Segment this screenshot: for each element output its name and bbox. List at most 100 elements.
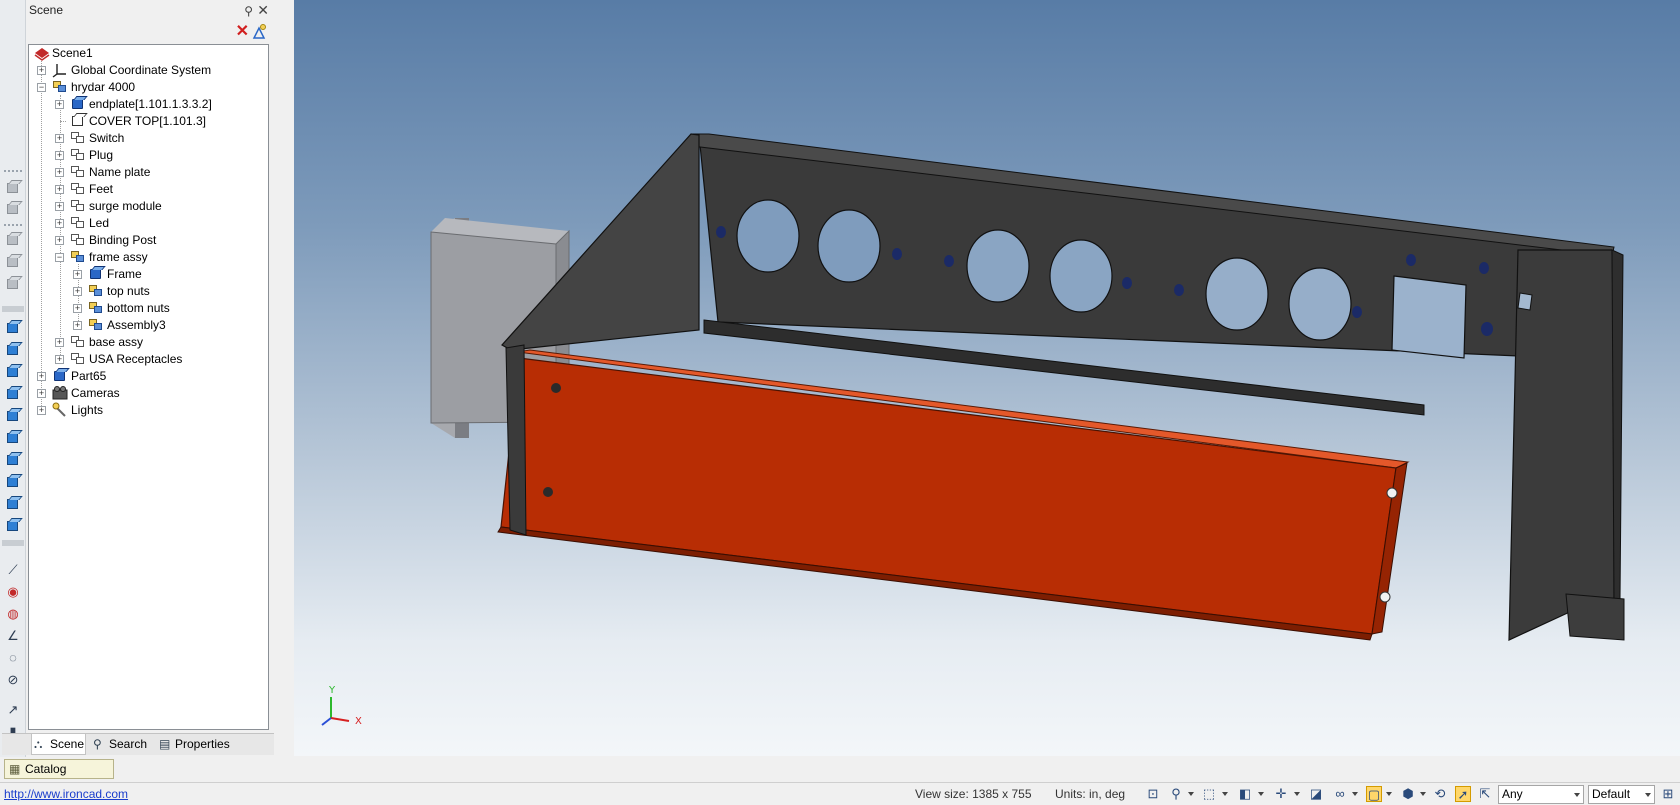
axis-x-label: X: [355, 716, 362, 727]
expand-icon[interactable]: +: [37, 406, 46, 415]
close-icon[interactable]: ✕: [257, 0, 269, 20]
expand-icon[interactable]: +: [55, 134, 64, 143]
view-size-readout: View size: 1385 x 755: [915, 787, 1032, 801]
tree-item-label: frame assy: [89, 250, 148, 264]
expand-icon[interactable]: +: [37, 372, 46, 381]
box-select-icon[interactable]: ▢: [1366, 786, 1382, 802]
view-iso3-icon[interactable]: [5, 496, 21, 512]
render-mode-icon[interactable]: ⬚: [1201, 786, 1217, 802]
part-icon: [52, 368, 68, 385]
zoom-dropdown-icon[interactable]: [1188, 792, 1194, 796]
view-tool-icon[interactable]: [5, 254, 21, 270]
shaded-view-icon[interactable]: ◧: [1237, 786, 1253, 802]
measure-icon[interactable]: ⟋: [5, 562, 21, 578]
delete-icon[interactable]: ✕: [236, 24, 249, 40]
expand-icon[interactable]: +: [37, 66, 46, 75]
expand-icon[interactable]: +: [55, 338, 64, 347]
zoom-fit-icon[interactable]: ⊡: [1145, 786, 1161, 802]
look-at-icon[interactable]: ◍: [5, 606, 21, 622]
expand-icon[interactable]: +: [73, 321, 82, 330]
view-iso2-icon[interactable]: [5, 474, 21, 490]
tab-properties[interactable]: ▤ Properties: [157, 734, 237, 755]
expand-icon[interactable]: +: [73, 287, 82, 296]
axes-icon: [52, 62, 68, 79]
expand-icon[interactable]: +: [55, 236, 64, 245]
catalog-browser-tab[interactable]: ▦ Catalog Browser: [4, 759, 114, 794]
view-tool-icon[interactable]: [5, 180, 21, 196]
tree-item-label: USA Receptacles: [89, 352, 183, 366]
status-bar: http://www.ironcad.com View size: 1385 x…: [0, 782, 1680, 805]
snap-dropdown-icon[interactable]: [1294, 792, 1300, 796]
panel-title-bar: Scene ⚲ ✕: [26, 0, 275, 21]
view-bottom-icon[interactable]: [5, 430, 21, 446]
new-item-icon[interactable]: [250, 23, 268, 41]
wireframe-part-icon: [70, 113, 86, 130]
left-toolbar: ⟋ ◉ ◍ ∠ ◌ ⊘ ↗ ▮: [0, 0, 26, 757]
zoom-icon[interactable]: ⚲: [1168, 786, 1184, 802]
tab-search[interactable]: ⚲ Search: [91, 734, 151, 755]
view-iso4-icon[interactable]: [5, 518, 21, 534]
view-right-icon[interactable]: [5, 386, 21, 402]
view-iso-icon[interactable]: [5, 452, 21, 468]
expand-icon[interactable]: +: [55, 355, 64, 364]
no-symbol-icon[interactable]: ⊘: [5, 672, 21, 688]
pointer-filter-icon[interactable]: ⇱: [1477, 786, 1493, 802]
toolbar-grip[interactable]: [4, 170, 22, 174]
style-select[interactable]: Default: [1588, 785, 1655, 804]
tree-item-label: COVER TOP[1.101.3]: [89, 114, 206, 128]
scene-tree[interactable]: Scene1 + Global Coordinate System − hryd…: [28, 44, 269, 730]
view-tool-icon[interactable]: [5, 201, 21, 217]
magnifier-icon: ⚲: [93, 737, 102, 751]
pointer-icon[interactable]: ➚: [1455, 786, 1471, 802]
view-back-icon[interactable]: [5, 342, 21, 358]
view-front-icon[interactable]: [5, 320, 21, 336]
3d-viewport[interactable]: Y X: [294, 0, 1680, 756]
view-tool-icon[interactable]: [5, 232, 21, 248]
expand-icon[interactable]: +: [55, 100, 64, 109]
view-left-icon[interactable]: [5, 364, 21, 380]
tree-item-label: Switch: [89, 131, 125, 145]
glasses-dropdown-icon[interactable]: [1352, 792, 1358, 796]
assembly-gold-icon: [88, 283, 104, 300]
collapse-icon[interactable]: −: [37, 83, 46, 92]
section-icon[interactable]: ◪: [1308, 786, 1324, 802]
expand-icon[interactable]: +: [55, 151, 64, 160]
expand-icon[interactable]: +: [55, 219, 64, 228]
snap-icon[interactable]: ✛: [1273, 786, 1289, 802]
tree-item-label: bottom nuts: [107, 301, 170, 315]
layout-icon[interactable]: ⊞: [1660, 786, 1676, 802]
website-link[interactable]: http://www.ironcad.com: [4, 787, 128, 801]
text-annotation-icon[interactable]: ↗: [5, 702, 21, 718]
expand-icon[interactable]: +: [55, 168, 64, 177]
shaded-dropdown-icon[interactable]: [1258, 792, 1264, 796]
camera-view-icon[interactable]: ◉: [5, 584, 21, 600]
axis-triad: Y X: [321, 685, 362, 727]
part-filter-dropdown-icon[interactable]: [1420, 792, 1426, 796]
expand-icon[interactable]: +: [55, 202, 64, 211]
assembly-gold-icon: [88, 300, 104, 317]
properties-icon: ▤: [159, 737, 171, 751]
box-select-dropdown-icon[interactable]: [1386, 792, 1392, 796]
expand-icon[interactable]: +: [73, 270, 82, 279]
orbit-icon[interactable]: ◌: [5, 650, 21, 666]
view-top-icon[interactable]: [5, 408, 21, 424]
expand-icon[interactable]: +: [55, 185, 64, 194]
toolbar-grip[interactable]: [4, 224, 22, 228]
assembly-icon: [70, 232, 86, 249]
collapse-icon[interactable]: −: [55, 253, 64, 262]
tree-item-label: Led: [89, 216, 110, 230]
tree-item-label: Global Coordinate System: [71, 63, 212, 77]
tab-scene[interactable]: ⛬ Scene: [31, 734, 86, 755]
expand-icon[interactable]: +: [73, 304, 82, 313]
pin-icon[interactable]: ⚲: [244, 1, 253, 21]
glasses-icon[interactable]: ∞: [1332, 786, 1348, 802]
view-tool-icon[interactable]: [5, 276, 21, 292]
selection-filter-select[interactable]: Any: [1498, 785, 1584, 804]
part-filter-icon[interactable]: ⬢: [1400, 786, 1416, 802]
tree-item-label: surge module: [89, 199, 162, 213]
angle-icon[interactable]: ∠: [5, 628, 21, 644]
tree-item-label: Binding Post: [89, 233, 157, 247]
expand-icon[interactable]: +: [37, 389, 46, 398]
rotate-icon[interactable]: ⟲: [1432, 786, 1448, 802]
render-dropdown-icon[interactable]: [1222, 792, 1228, 796]
